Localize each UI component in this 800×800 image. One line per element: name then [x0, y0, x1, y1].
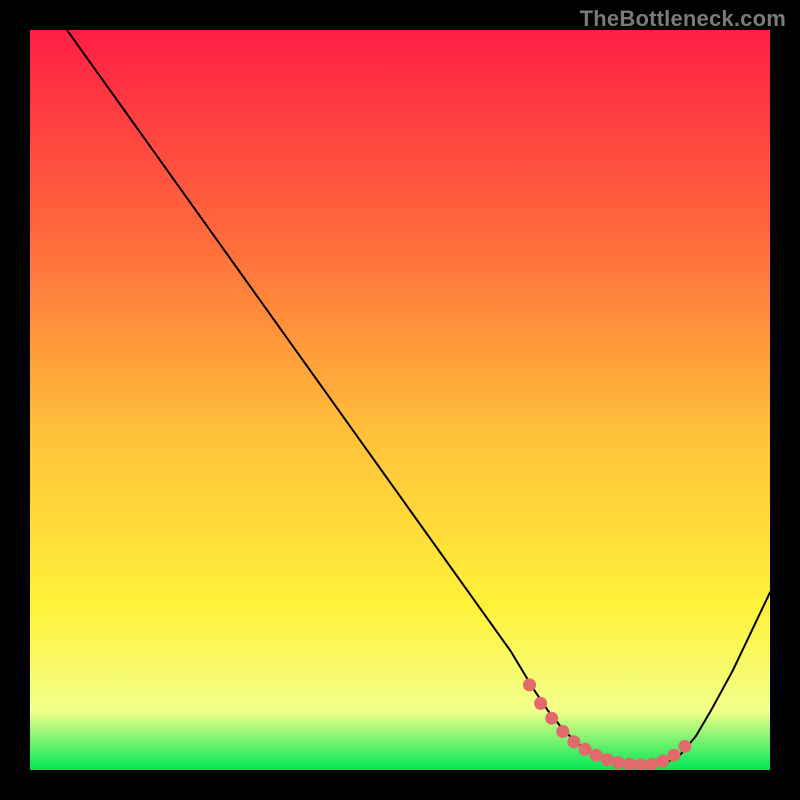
emphasis-dot — [667, 749, 680, 762]
emphasis-dot — [545, 712, 558, 725]
emphasis-dot — [656, 755, 669, 768]
chart-plot-area — [30, 30, 770, 770]
emphasis-dot — [534, 697, 547, 710]
bottleneck-chart — [30, 30, 770, 770]
emphasis-dot — [678, 740, 691, 753]
emphasis-dot — [601, 753, 614, 766]
chart-background — [30, 30, 770, 770]
chart-stage: TheBottleneck.com — [0, 0, 800, 800]
watermark-text: TheBottleneck.com — [580, 6, 786, 32]
emphasis-dot — [579, 743, 592, 756]
emphasis-dot — [523, 678, 536, 691]
emphasis-dot — [612, 756, 625, 769]
emphasis-dot — [645, 758, 658, 770]
emphasis-dot — [590, 749, 603, 762]
emphasis-dot — [556, 725, 569, 738]
emphasis-dot — [623, 758, 636, 770]
emphasis-dot — [567, 735, 580, 748]
